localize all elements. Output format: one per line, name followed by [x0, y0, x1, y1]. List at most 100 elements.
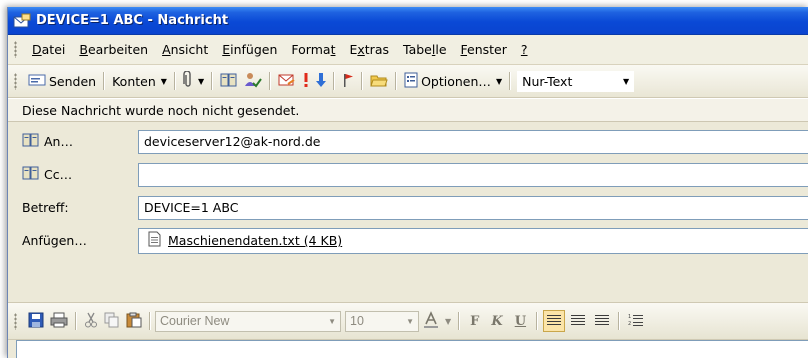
font-name-select[interactable]: Courier New ▼	[155, 310, 341, 332]
high-importance-button[interactable]	[299, 69, 313, 93]
check-names-icon	[244, 72, 262, 91]
separator	[173, 72, 176, 90]
attachment-field[interactable]: Maschienendaten.txt (4 KB)	[138, 227, 808, 254]
to-button[interactable]: An…	[8, 129, 131, 155]
subject-field[interactable]: DEVICE=1 ABC	[138, 195, 808, 220]
bold-button[interactable]: F	[464, 314, 485, 329]
chevron-down-icon: ▼	[622, 76, 630, 86]
copy-button[interactable]	[101, 309, 123, 333]
attachment-link[interactable]: Maschienendaten.txt (4 KB)	[168, 233, 342, 248]
message-body-editor[interactable]	[16, 340, 808, 358]
numbered-list-icon: 12	[628, 313, 644, 330]
copy-icon	[104, 312, 120, 331]
numbered-list-button[interactable]: 12	[625, 310, 647, 332]
menu-einfuegen[interactable]: Einfügen	[215, 40, 284, 60]
separator	[361, 72, 364, 90]
floppy-disk-icon	[28, 312, 44, 331]
paste-button[interactable]	[123, 309, 145, 333]
message-app-icon	[13, 13, 31, 29]
toolbar-grip[interactable]	[14, 72, 17, 90]
print-button[interactable]	[47, 309, 71, 333]
menu-bearbeiten[interactable]: Bearbeiten	[72, 40, 155, 60]
cut-button[interactable]	[81, 309, 101, 333]
separator	[395, 72, 398, 90]
separator	[149, 312, 151, 330]
align-center-icon	[571, 315, 586, 327]
title-bar[interactable]: DEVICE=1 ABC - Nachricht	[8, 7, 808, 35]
menu-tabelle[interactable]: Tabelle	[396, 40, 454, 60]
font-color-icon	[422, 310, 440, 332]
menu-ansicht[interactable]: Ansicht	[155, 40, 215, 60]
align-right-button[interactable]	[591, 310, 613, 332]
clipboard-icon	[126, 312, 142, 331]
align-center-button[interactable]	[567, 310, 589, 332]
down-arrow-icon	[316, 72, 327, 91]
separator	[536, 312, 539, 330]
chevron-down-icon: ▼	[197, 76, 205, 86]
menu-extras[interactable]: Extras	[342, 40, 396, 60]
standard-toolbar: Senden Konten ▼ ▼ Optionen… ▼ Nur-Text ▼	[8, 65, 808, 98]
cc-row: Cc…	[8, 158, 808, 191]
underline-button[interactable]: U	[509, 314, 532, 329]
menu-fenster[interactable]: Fenster	[454, 40, 514, 60]
flag-icon	[342, 72, 354, 91]
attach-file-button[interactable]: ▼	[180, 69, 207, 93]
align-left-icon	[547, 315, 562, 327]
accounts-button[interactable]: Konten ▼	[109, 69, 170, 93]
scissors-icon	[84, 312, 98, 331]
follow-up-flag-button[interactable]	[339, 69, 357, 93]
open-folder-button[interactable]	[367, 69, 391, 93]
separator	[269, 72, 272, 90]
italic-button[interactable]: K	[485, 314, 508, 329]
attach-button[interactable]: Anfügen…	[8, 228, 131, 254]
send-icon	[28, 73, 46, 90]
signature-button[interactable]	[275, 69, 299, 93]
separator	[333, 72, 336, 90]
window-title: DEVICE=1 ABC - Nachricht	[36, 13, 229, 28]
check-names-button[interactable]	[241, 69, 265, 93]
menu-format[interactable]: Format	[284, 40, 342, 60]
address-book-button[interactable]	[217, 69, 241, 93]
separator	[103, 72, 106, 90]
separator	[618, 312, 621, 330]
cc-button[interactable]: Cc…	[8, 162, 131, 188]
printer-icon	[50, 312, 68, 331]
send-button[interactable]: Senden	[25, 69, 99, 93]
low-importance-button[interactable]	[313, 69, 329, 93]
separator	[509, 72, 512, 90]
attach-row: Anfügen… Maschienendaten.txt (4 KB)	[8, 224, 808, 257]
separator	[75, 312, 77, 330]
accounts-label: Konten	[112, 73, 156, 89]
menu-help[interactable]: ?	[514, 40, 535, 60]
separator	[211, 72, 214, 90]
exclamation-icon	[302, 72, 310, 91]
envelope-signature-icon	[278, 72, 296, 91]
address-book-icon	[22, 166, 40, 183]
paperclip-icon	[183, 69, 193, 92]
chevron-down-icon: ▼	[495, 76, 503, 86]
folder-icon	[370, 72, 388, 91]
info-bar-text: Diese Nachricht wurde noch nicht gesende…	[22, 102, 300, 118]
message-format-select[interactable]: Nur-Text ▼	[517, 70, 635, 92]
separator	[458, 312, 461, 330]
message-format-value: Nur-Text	[522, 73, 573, 89]
message-header: An… deviceserver12@ak-nord.de Cc… Betref…	[8, 122, 808, 257]
chevron-down-icon: ▼	[328, 316, 336, 326]
message-window: DEVICE=1 ABC - Nachricht Datei Bearbeite…	[7, 7, 808, 358]
align-right-icon	[595, 315, 610, 327]
font-size-value: 10	[350, 314, 364, 328]
save-button[interactable]	[25, 309, 47, 333]
chevron-down-icon: ▼	[445, 316, 452, 326]
align-left-button[interactable]	[543, 310, 566, 332]
subject-label: Betreff:	[22, 200, 69, 215]
menu-grip[interactable]	[14, 41, 17, 58]
font-size-select[interactable]: 10 ▼	[345, 310, 419, 332]
text-file-icon	[148, 231, 161, 250]
font-color-button[interactable]: ▼	[419, 309, 454, 333]
subject-row: Betreff: DEVICE=1 ABC	[8, 191, 808, 224]
cc-field[interactable]	[138, 162, 808, 187]
menu-datei[interactable]: Datei	[25, 40, 72, 60]
formatting-grip[interactable]	[14, 312, 17, 330]
to-field[interactable]: deviceserver12@ak-nord.de	[138, 129, 808, 154]
options-button[interactable]: Optionen… ▼	[401, 69, 505, 93]
